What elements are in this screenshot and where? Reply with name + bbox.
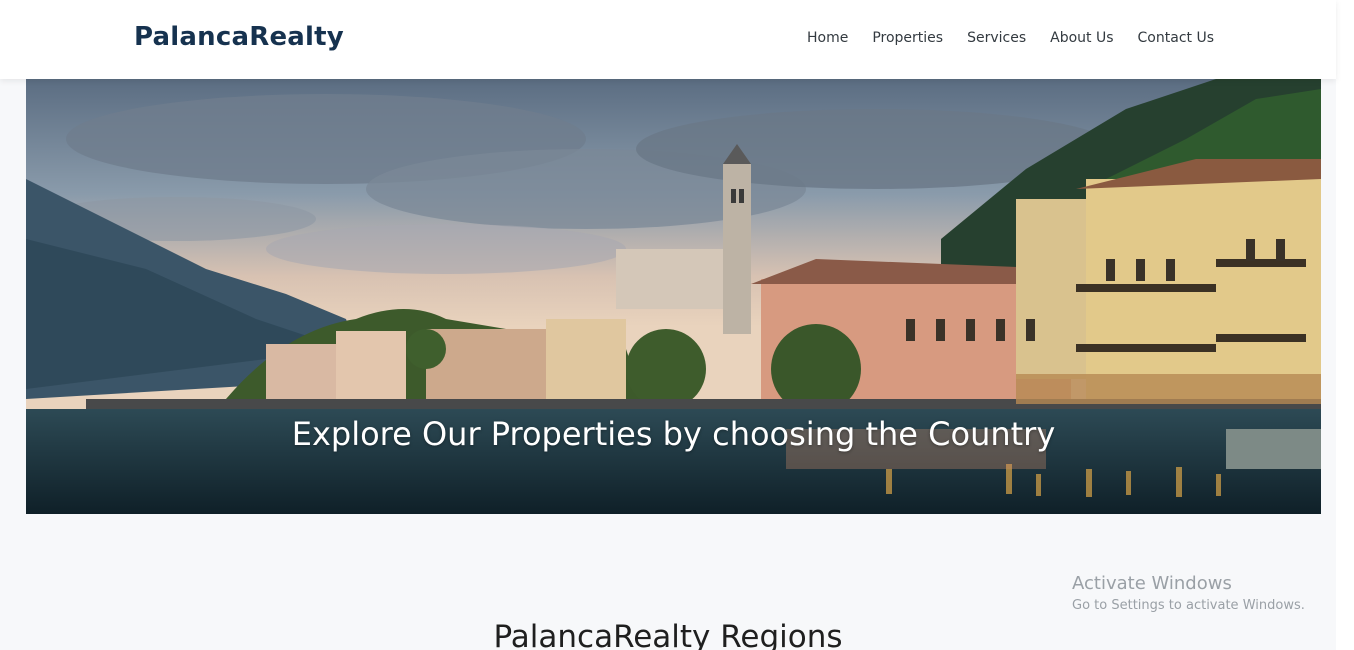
main-nav: Home Properties Services About Us Contac…	[807, 30, 1214, 46]
nav-home[interactable]: Home	[807, 30, 848, 46]
watermark-subtitle: Go to Settings to activate Windows.	[1072, 598, 1305, 613]
page: PalancaRealty Home Properties Services A…	[0, 0, 1354, 650]
brand-logo[interactable]: PalancaRealty	[134, 22, 344, 52]
nav-properties[interactable]: Properties	[872, 30, 943, 46]
navbar: PalancaRealty Home Properties Services A…	[0, 0, 1336, 79]
nav-about-us[interactable]: About Us	[1050, 30, 1113, 46]
hero-caption: Explore Our Properties by choosing the C…	[291, 415, 1056, 453]
page-scroll-gutter[interactable]	[1336, 0, 1354, 650]
nav-contact-us[interactable]: Contact Us	[1138, 30, 1214, 46]
watermark-title: Activate Windows	[1072, 573, 1232, 594]
hero-banner: Explore Our Properties by choosing the C…	[26, 79, 1321, 514]
section-title: PalancaRealty Regions	[493, 619, 843, 650]
nav-services[interactable]: Services	[967, 30, 1026, 46]
windows-activation-watermark: Activate Windows Go to Settings to activ…	[1072, 573, 1305, 613]
